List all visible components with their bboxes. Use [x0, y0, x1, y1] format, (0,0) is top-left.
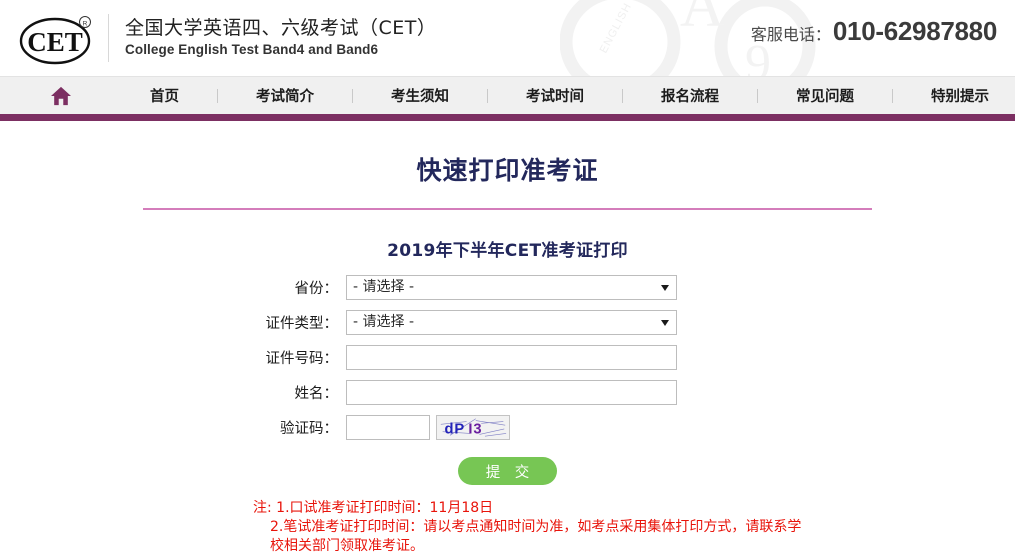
brand-name-cn: 全国大学英语四、六级考试（CET）: [125, 17, 437, 40]
hotline-label: 客服电话：: [750, 25, 831, 44]
site-header: A 9 ENGLISH TEST CET R 全国大学英语四、六级考试（CET）…: [0, 0, 1015, 76]
form-row-id-type: 证件类型： - 请选择 -: [0, 310, 1015, 335]
svg-text:CET: CET: [27, 27, 83, 57]
id-type-label: 证件类型：: [265, 316, 339, 332]
form-actions: 提 交: [0, 457, 1015, 485]
province-select[interactable]: - 请选择 -: [346, 275, 677, 300]
nav-item-home[interactable]: 首页: [112, 85, 217, 106]
note-line-2: 2.笔试准考证打印时间：请以考点通知时间为准，如考点采用集体打印方式，请联系学校…: [270, 519, 802, 554]
nav-item-faq[interactable]: 常见问题: [758, 85, 892, 106]
page-title: 快速打印准考证: [416, 156, 599, 185]
province-label: 省份：: [294, 281, 339, 297]
submit-button[interactable]: 提 交: [458, 457, 557, 485]
province-select-value: - 请选择 -: [353, 279, 415, 295]
chevron-down-icon: [661, 284, 669, 291]
cet-logo: CET R: [18, 12, 94, 65]
note-line-1: 注: 1.口试准考证打印时间：11月18日: [253, 500, 494, 516]
hotline-number: 010-62987880: [832, 16, 997, 46]
form-section-title: 2019年下半年CET准考证打印: [387, 241, 628, 261]
id-type-select-value: - 请选择 -: [353, 314, 415, 330]
print-admission-ticket-form: 省份： - 请选择 - 证件类型： - 请选择 - 证件号码： 姓名： 验证码：: [0, 275, 1015, 485]
form-row-name: 姓名：: [0, 380, 1015, 405]
svg-text:dP: dP: [444, 421, 465, 437]
header-divider: [108, 14, 109, 62]
chevron-down-icon: [661, 319, 669, 326]
nav-item-exam-time[interactable]: 考试时间: [488, 85, 622, 106]
name-label: 姓名：: [294, 386, 339, 402]
captcha-input[interactable]: [346, 415, 430, 440]
form-row-id-number: 证件号码：: [0, 345, 1015, 370]
captcha-image[interactable]: dP I3: [436, 415, 510, 440]
nav-accent-bar: [0, 114, 1015, 121]
customer-service-hotline: 客服电话： 010-62987880: [751, 16, 997, 47]
svg-text:R: R: [83, 21, 88, 28]
form-row-captcha: 验证码： dP I3: [0, 415, 1015, 440]
svg-text:I3: I3: [468, 421, 482, 437]
main-navigation: 首页 考试简介 考生须知 考试时间 报名流程 常见问题 特别提示: [0, 77, 1015, 114]
brand-block: 全国大学英语四、六级考试（CET） College English Test B…: [125, 17, 436, 59]
form-notes: 注: 1.口试准考证打印时间：11月18日 2.笔试准考证打印时间：请以考点通知…: [0, 499, 1015, 556]
brand-name-en: College English Test Band4 and Band6: [125, 41, 379, 57]
nav-item-candidate-notice[interactable]: 考生须知: [353, 85, 487, 106]
captcha-label: 验证码：: [280, 421, 338, 437]
nav-item-special-notice[interactable]: 特别提示: [893, 85, 1015, 106]
title-divider: [143, 208, 872, 210]
main-content: 快速打印准考证 2019年下半年CET准考证打印 省份： - 请选择 - 证件类…: [0, 151, 1015, 556]
name-input[interactable]: [346, 380, 677, 405]
id-number-label: 证件号码：: [265, 351, 339, 367]
form-row-province: 省份： - 请选择 -: [0, 275, 1015, 300]
nav-item-exam-intro[interactable]: 考试简介: [218, 85, 352, 106]
home-icon[interactable]: [50, 86, 72, 106]
id-number-input[interactable]: [346, 345, 677, 370]
id-type-select[interactable]: - 请选择 -: [346, 310, 677, 335]
nav-item-registration-process[interactable]: 报名流程: [623, 85, 757, 106]
